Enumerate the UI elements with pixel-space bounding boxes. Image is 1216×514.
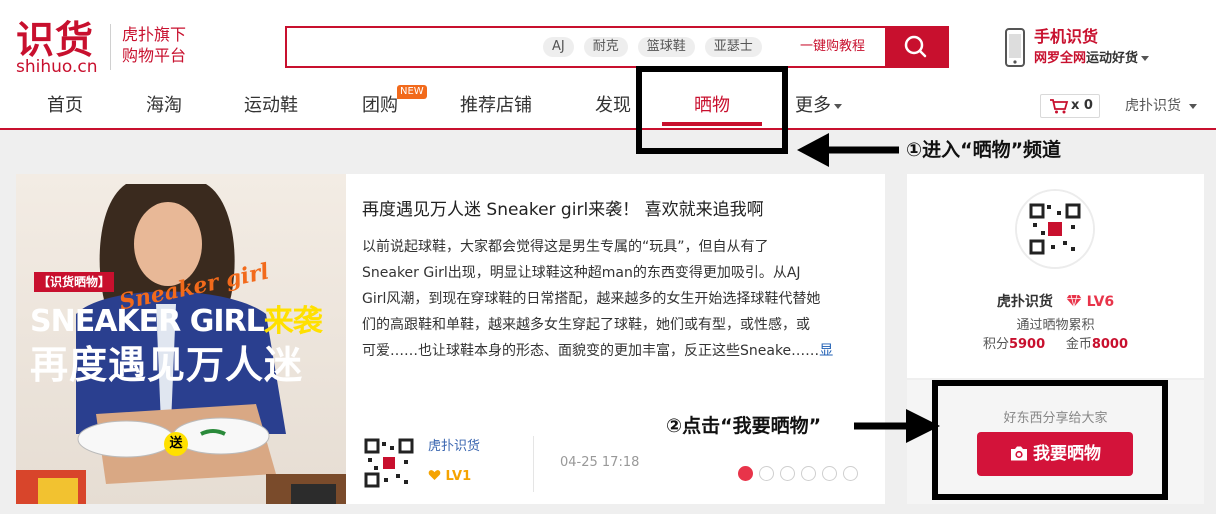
profile-name: 虎扑识货 LV6 <box>907 292 1204 312</box>
search-button[interactable] <box>885 28 947 66</box>
show-more-link[interactable]: 显 <box>819 343 833 359</box>
cover-gift-badge: 送 <box>164 432 188 456</box>
user-menu-label: 虎扑识货 <box>1125 98 1181 114</box>
post-excerpt-line: Girl风潮，到现在穿球鞋的日常搭配，越来越多的女生开始选择球鞋代替她 <box>362 291 821 307</box>
post-title[interactable]: 再度遇见万人迷 Sneaker girl来袭！ 喜欢就来追我啊 <box>362 198 764 222</box>
mobile-sub-red: 网罗全网 <box>1034 51 1087 66</box>
carousel-dot[interactable] <box>822 466 837 481</box>
mobile-subtitle: 网罗全网运动好货 <box>1034 50 1150 68</box>
nav-item-overseas[interactable]: 海淘 <box>146 94 182 118</box>
nav-item-recommended-stores[interactable]: 推荐店铺 <box>460 94 532 118</box>
annotation-step1-text: ①进入“晒物”频道 <box>906 139 1062 161</box>
search-bar: AJ 耐克 篮球鞋 亚瑟士 一键购教程 <box>285 26 949 68</box>
post-excerpt-line: 以前说起球鞋，大家都会觉得这是男生专属的“玩具”，但自从有了 <box>362 239 769 255</box>
author-level-text: LV1 <box>445 469 472 484</box>
post-excerpt-line-last: 可爱……也让球鞋本身的形态、面貌变的更加丰富，反正这些Sneake……显 <box>362 338 868 364</box>
author-qr-code <box>364 438 414 488</box>
profile-stats: 积分5900 金币8000 <box>907 336 1204 354</box>
post-card[interactable]: 【识货晒物】 Sneaker girl SNEAKER GIRL来袭 再度遇见万… <box>16 174 885 504</box>
cart-icon <box>1050 99 1069 114</box>
nav-item-more[interactable]: 更多 <box>795 94 842 118</box>
annotation-box-step1 <box>636 66 788 154</box>
points-label: 积分 <box>982 337 1009 352</box>
logo-en: shihuo.cn <box>16 57 98 77</box>
post-excerpt: 以前说起球鞋，大家都会觉得这是男生专属的“玩具”，但自从有了 Sneaker G… <box>362 234 868 364</box>
post-time: 04-25 17:18 <box>560 455 640 470</box>
heart-icon <box>428 470 441 480</box>
nav-item-sneakers[interactable]: 运动鞋 <box>244 94 298 118</box>
coins-value: 8000 <box>1091 337 1129 352</box>
new-badge: NEW <box>397 85 427 99</box>
mobile-app-promo[interactable]: 手机识货 网罗全网运动好货 <box>1004 26 1194 72</box>
cart-count: x 0 <box>1071 98 1093 113</box>
logo-divider <box>110 24 111 70</box>
annotation-arrow-step2 <box>854 409 940 443</box>
cart-button[interactable]: x 0 <box>1040 94 1100 118</box>
mobile-title: 手机识货 <box>1034 27 1099 46</box>
carousel-dots <box>738 466 858 481</box>
search-tag-asics[interactable]: 亚瑟士 <box>704 37 762 57</box>
carousel-dot[interactable] <box>738 466 753 481</box>
chevron-down-icon <box>1141 56 1150 61</box>
nav-item-discover[interactable]: 发现 <box>595 94 631 118</box>
main-nav: 首页 海淘 运动鞋 团购 NEW 推荐店铺 发现 晒物 更多 x 0 虎扑识货 <box>0 84 1216 128</box>
slogan-line1: 虎扑旗下 <box>122 25 187 44</box>
coins-label: 金币 <box>1065 337 1092 352</box>
profile-desc: 通过晒物累积 <box>1016 318 1095 333</box>
site-logo[interactable]: 识货 shihuo.cn <box>16 20 106 76</box>
search-input[interactable] <box>287 28 527 66</box>
cover-headline-2: 再度遇见万人迷 <box>30 343 304 387</box>
annotation-step2-text: ②点击“我要晒物” <box>666 415 822 437</box>
nav-more-label: 更多 <box>795 95 831 116</box>
search-icon <box>904 35 927 58</box>
phone-icon <box>1005 28 1025 67</box>
slogan-line2: 购物平台 <box>122 46 187 65</box>
profile-card: 虎扑识货 LV6 通过晒物累积 积分5900 金币8000 <box>907 174 1204 378</box>
search-hot-tags: AJ 耐克 篮球鞋 亚瑟士 <box>543 37 762 57</box>
chevron-down-icon <box>1189 103 1197 109</box>
search-tag-basketball-shoes[interactable]: 篮球鞋 <box>637 37 695 57</box>
annotation-box-step2 <box>932 380 1168 500</box>
profile-qr-code <box>1017 191 1093 267</box>
search-tag-nike[interactable]: 耐克 <box>583 37 628 57</box>
carousel-dot[interactable] <box>759 466 774 481</box>
one-click-tutorial-link[interactable]: 一键购教程 <box>800 37 865 57</box>
search-tag-aj[interactable]: AJ <box>543 37 574 57</box>
author-level: LV1 <box>428 468 471 486</box>
mobile-sub-text: 运动好货 <box>1086 51 1139 66</box>
nav-item-home[interactable]: 首页 <box>47 94 83 118</box>
post-excerpt-line: 们的高跟鞋和单鞋，越来越多女生穿起了球鞋，她们或有型，或性感，或 <box>362 317 810 333</box>
profile-level: LV6 <box>1086 294 1115 310</box>
nav-item-group-buy[interactable]: 团购 <box>362 94 398 118</box>
site-header: 识货 shihuo.cn 虎扑旗下 购物平台 AJ 耐克 篮球鞋 亚瑟士 一键购… <box>0 0 1216 130</box>
chevron-down-icon <box>834 103 842 109</box>
profile-name-text[interactable]: 虎扑识货 <box>997 294 1053 310</box>
author-divider <box>533 436 534 492</box>
post-excerpt-line: Sneaker Girl出现，明显让球鞋这种超man的东西变得更加吸引。从AJ <box>362 265 801 281</box>
post-excerpt-line: 可爱……也让球鞋本身的形态、面貌变的更加丰富，反正这些Sneake…… <box>362 343 820 359</box>
diamond-icon <box>1066 294 1082 308</box>
carousel-dot[interactable] <box>780 466 795 481</box>
points-value: 5900 <box>1008 337 1046 352</box>
post-cover-image[interactable]: 【识货晒物】 Sneaker girl SNEAKER GIRL来袭 再度遇见万… <box>16 174 346 504</box>
slogan: 虎扑旗下 购物平台 <box>122 24 186 66</box>
user-menu[interactable]: 虎扑识货 <box>1125 96 1197 116</box>
logo-cn: 识货 <box>16 18 95 62</box>
author-name[interactable]: 虎扑识货 <box>428 438 480 456</box>
carousel-dot[interactable] <box>843 466 858 481</box>
cover-tag: 【识货晒物】 <box>34 272 115 292</box>
carousel-dot[interactable] <box>801 466 816 481</box>
annotation-arrow-step1 <box>797 133 899 167</box>
